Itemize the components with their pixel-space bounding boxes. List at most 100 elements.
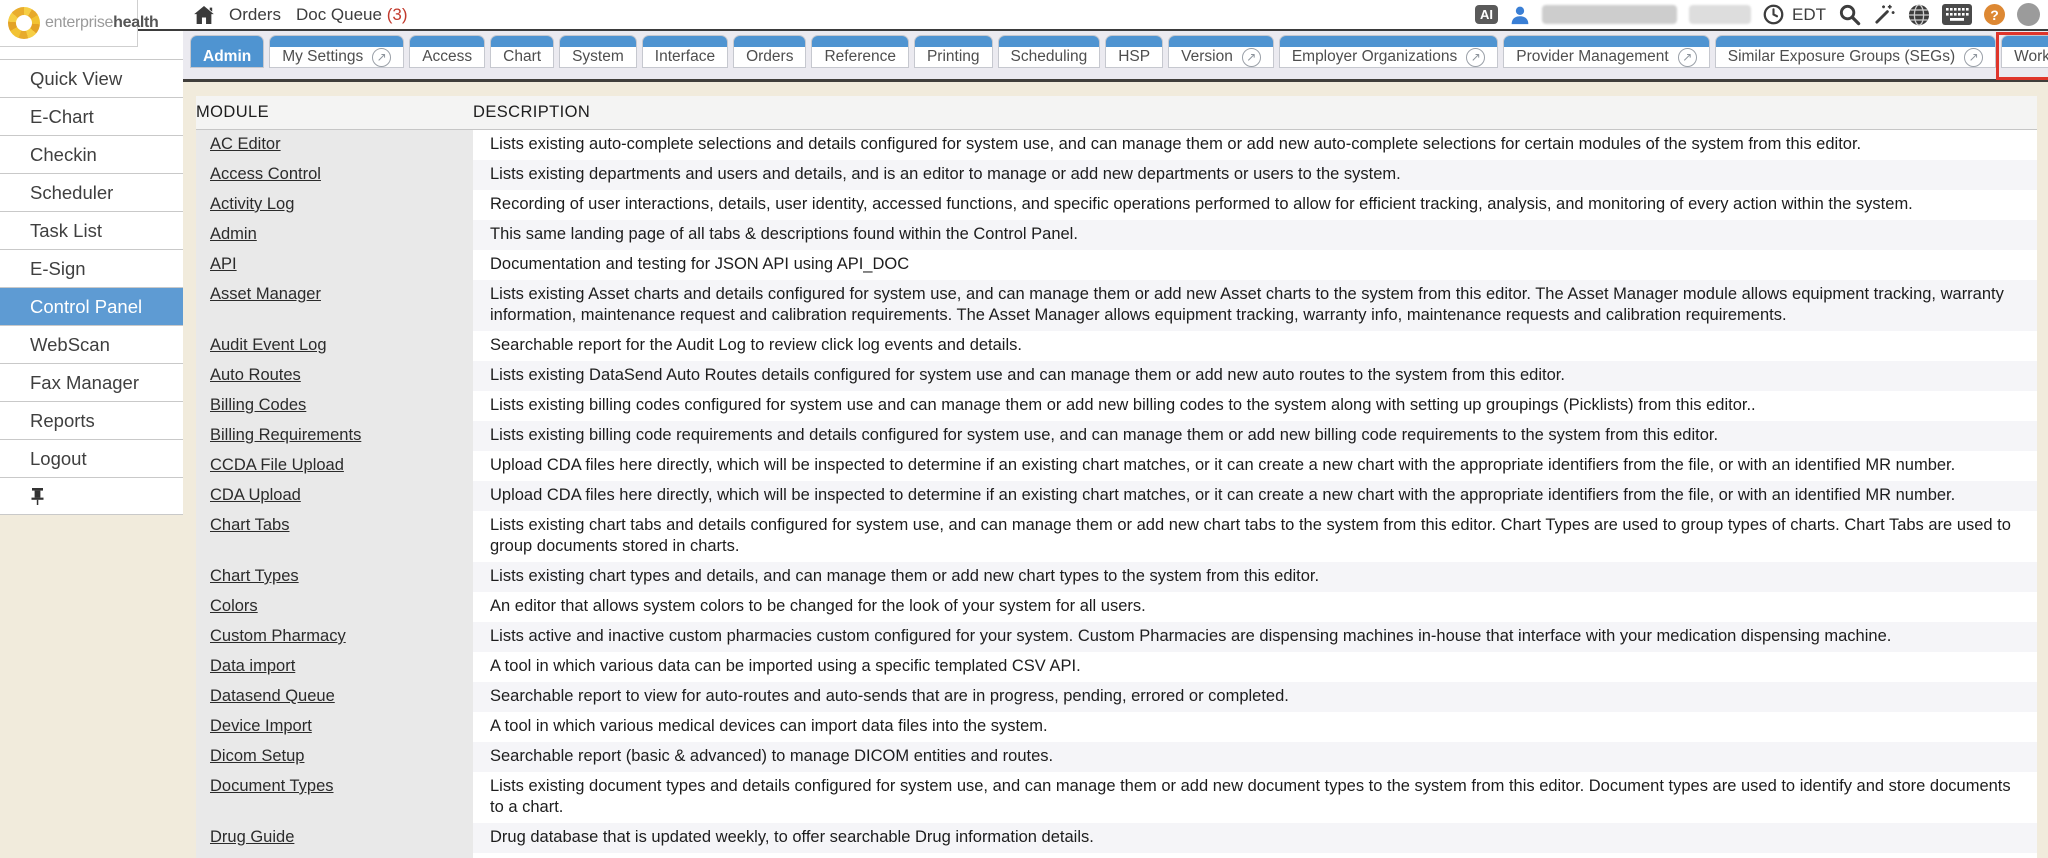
breadcrumb: Orders Doc Queue (3) [194,0,407,29]
module-link-audit-event-log[interactable]: Audit Event Log [210,336,327,354]
module-link-ccda-file-upload[interactable]: CCDA File Upload [210,456,344,474]
module-link-device-import[interactable]: Device Import [210,717,312,735]
main-sidebar: Quick ViewE-ChartCheckinSchedulerTask Li… [0,31,183,515]
sidebar-item-control-panel[interactable]: Control Panel [0,287,183,325]
module-link-billing-requirements[interactable]: Billing Requirements [210,426,361,444]
external-link-icon[interactable]: ↗ [372,48,391,67]
external-link-icon[interactable]: ↗ [1242,48,1261,67]
tab-work-locations[interactable]: Work Locations↗ [2001,35,2048,68]
sidebar-item-e-sign[interactable]: E-Sign [0,249,183,287]
tab-interface[interactable]: Interface [642,35,728,68]
user-icon[interactable] [1510,5,1530,25]
module-link-admin[interactable]: Admin [210,225,257,243]
avatar[interactable] [2017,3,2040,26]
tab-chart[interactable]: Chart [490,35,554,68]
app-root: Orders Doc Queue (3) AI EDT [0,0,2048,858]
description-cell: Lists existing Asset charts and details … [473,280,2037,331]
description-cell: Upload CDA files here directly, which wi… [473,481,2037,511]
search-icon[interactable] [1838,3,1861,26]
table-row: Datasend QueueSearchable report to view … [196,682,2037,712]
description-cell: Lists existing chart types and details, … [473,562,2037,592]
table-row: Dicom SetupSearchable report (basic & ad… [196,742,2037,772]
sidebar-item-reports[interactable]: Reports [0,401,183,439]
help-icon[interactable]: ? [1984,4,2005,25]
tab-employer-organizations[interactable]: Employer Organizations ↗ [1279,35,1498,68]
description-cell: A tool in which various medical devices … [473,712,2037,742]
external-link-icon[interactable]: ↗ [1466,48,1485,67]
tab-reference[interactable]: Reference [811,35,909,68]
module-link-data-import[interactable]: Data import [210,657,295,675]
module-link-drug-guide[interactable]: Drug Guide [210,828,294,846]
module-link-api[interactable]: API [210,255,237,273]
module-cell: Chart Tabs [196,511,473,562]
module-link-asset-manager[interactable]: Asset Manager [210,285,321,303]
sidebar-item-fax-manager[interactable]: Fax Manager [0,363,183,401]
sidebar-item-quick-view[interactable]: Quick View [0,59,183,97]
sidebar-item-e-chart[interactable]: E-Chart [0,97,183,135]
tab-label: My Settings [282,47,363,67]
module-link-auto-routes[interactable]: Auto Routes [210,366,301,384]
description-cell: Lists existing document types and detail… [473,772,2037,823]
pin-icon [30,488,45,505]
sidebar-item-logout[interactable]: Logout [0,439,183,477]
tab-printing[interactable]: Printing [914,35,993,68]
module-link-colors[interactable]: Colors [210,597,258,615]
tab-label: Orders [746,47,793,67]
home-icon[interactable] [194,6,214,24]
keyboard-icon[interactable] [1942,4,1972,25]
sidebar-item-checkin[interactable]: Checkin [0,135,183,173]
module-link-ac-editor[interactable]: AC Editor [210,135,281,153]
tab-hsp[interactable]: HSP [1105,35,1163,68]
timezone-label: EDT [1792,5,1826,25]
tab-label: Admin [203,47,251,67]
module-link-custom-pharmacy[interactable]: Custom Pharmacy [210,627,346,645]
nav-doc-queue[interactable]: Doc Queue (3) [296,5,408,25]
table-row: Employer OrganizationsLists existing Emp… [196,853,2037,858]
module-cell: Device Import [196,712,473,742]
ai-badge[interactable]: AI [1475,5,1498,24]
table-row: APIDocumentation and testing for JSON AP… [196,250,2037,280]
wand-icon[interactable] [1873,3,1896,26]
module-link-chart-tabs[interactable]: Chart Tabs [210,516,290,534]
tab-orders[interactable]: Orders [733,35,806,68]
tab-label: Provider Management [1516,47,1669,67]
table-row: Device Import A tool in which various med… [196,712,2037,742]
module-cell: AC Editor [196,130,473,160]
module-link-chart-types[interactable]: Chart Types [210,567,299,585]
tab-system[interactable]: System [559,35,637,68]
clock-icon [1763,4,1784,25]
globe-icon[interactable] [1908,4,1930,26]
external-link-icon[interactable]: ↗ [1678,48,1697,67]
module-cell: Access Control [196,160,473,190]
tab-provider-management[interactable]: Provider Management ↗ [1503,35,1710,68]
module-link-activity-log[interactable]: Activity Log [210,195,294,213]
tab-my-settings[interactable]: My Settings ↗ [269,35,404,68]
nav-orders[interactable]: Orders [229,5,281,25]
tab-scheduling[interactable]: Scheduling [998,35,1101,68]
tab-label: Similar Exposure Groups (SEGs) [1728,47,1955,67]
module-cell: Drug Guide [196,823,473,853]
module-link-cda-upload[interactable]: CDA Upload [210,486,301,504]
top-bar: Orders Doc Queue (3) AI EDT [0,0,2048,31]
tab-label: Employer Organizations [1292,47,1457,67]
module-link-document-types[interactable]: Document Types [210,777,334,795]
module-link-billing-codes[interactable]: Billing Codes [210,396,306,414]
tab-admin[interactable]: Admin [190,35,264,68]
description-cell: Drug database that is updated weekly, to… [473,823,2037,853]
module-link-access-control[interactable]: Access Control [210,165,321,183]
module-link-dicom-setup[interactable]: Dicom Setup [210,747,304,765]
tab-similar-exposure-groups-segs[interactable]: Similar Exposure Groups (SEGs) ↗ [1715,35,1996,68]
module-cell: Admin [196,220,473,250]
sidebar-item-scheduler[interactable]: Scheduler [0,173,183,211]
description-cell: Lists existing Employer Organization cha… [473,853,2037,858]
topbar-divider [138,29,2048,31]
table-row: Drug Guide Drug database that is updated … [196,823,2037,853]
tab-version[interactable]: Version↗ [1168,35,1274,68]
sidebar-item-webscan[interactable]: WebScan [0,325,183,363]
description-cell: Searchable report for the Audit Log to r… [473,331,2037,361]
external-link-icon[interactable]: ↗ [1964,48,1983,67]
sidebar-pin-toggle[interactable] [0,477,183,515]
module-link-datasend-queue[interactable]: Datasend Queue [210,687,335,705]
tab-access[interactable]: Access [409,35,485,68]
sidebar-item-task-list[interactable]: Task List [0,211,183,249]
